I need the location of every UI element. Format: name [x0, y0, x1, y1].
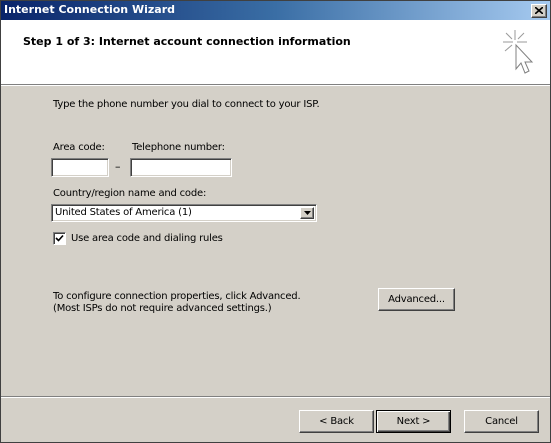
window-title: Internet Connection Wizard	[4, 3, 175, 16]
next-button[interactable]: Next >	[376, 410, 451, 433]
advanced-help-line2: (Most ISPs do not require advanced setti…	[53, 303, 272, 314]
instruction-text: Type the phone number you dial to connec…	[53, 99, 320, 110]
use-area-code-checkbox[interactable]	[53, 232, 66, 245]
title-bar[interactable]: Internet Connection Wizard	[1, 1, 550, 20]
wizard-window: Internet Connection Wizard Step 1 of 3: …	[0, 0, 551, 443]
phone-separator: –	[115, 160, 121, 173]
area-code-label: Area code:	[53, 142, 105, 153]
back-button[interactable]: < Back	[299, 410, 374, 433]
country-dropdown-button[interactable]	[300, 207, 314, 219]
checkmark-icon	[55, 234, 64, 242]
wizard-cursor-icon	[503, 30, 534, 74]
area-code-input[interactable]	[51, 158, 109, 177]
advanced-button[interactable]: Advanced...	[378, 288, 455, 311]
footer-divider-highlight	[1, 397, 550, 398]
header-divider-highlight	[1, 85, 550, 86]
country-label: Country/region name and code:	[53, 188, 207, 199]
country-selected-value: United States of America (1)	[55, 207, 192, 218]
close-button[interactable]	[531, 4, 547, 18]
country-select[interactable]: United States of America (1)	[51, 204, 317, 222]
telephone-input[interactable]	[130, 158, 232, 177]
close-icon	[535, 7, 543, 14]
chevron-down-icon	[304, 211, 311, 215]
cancel-button[interactable]: Cancel	[464, 410, 539, 433]
telephone-label: Telephone number:	[132, 142, 225, 153]
page-title: Step 1 of 3: Internet account connection…	[23, 35, 351, 48]
use-area-code-label[interactable]: Use area code and dialing rules	[71, 232, 223, 245]
wizard-header: Step 1 of 3: Internet account connection…	[1, 20, 550, 84]
